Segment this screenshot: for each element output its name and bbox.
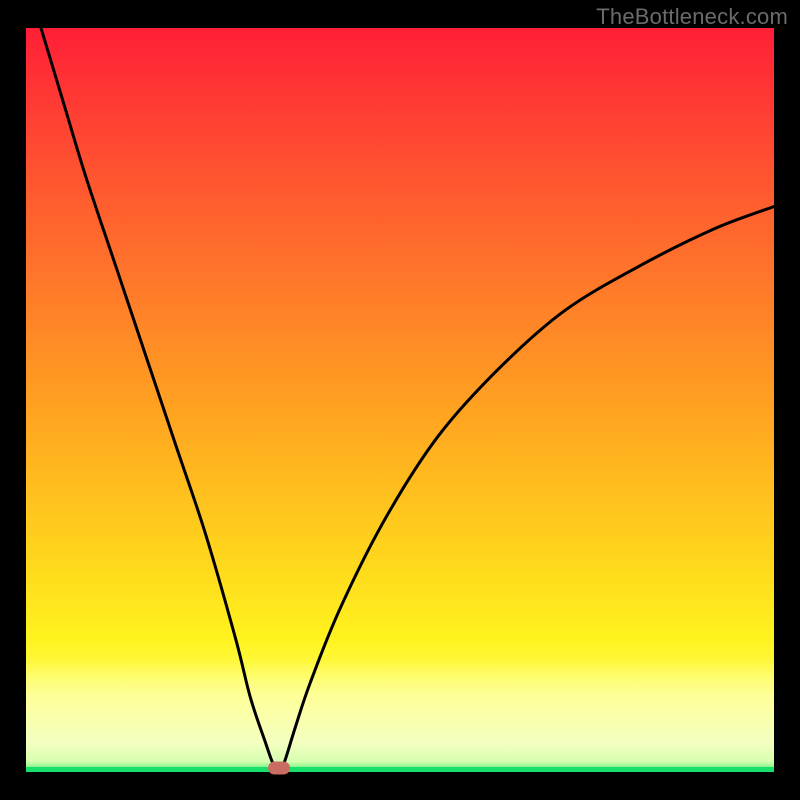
curve-svg xyxy=(26,28,774,772)
chart-stage: TheBottleneck.com xyxy=(0,0,800,800)
optimal-marker xyxy=(268,761,290,774)
watermark-text: TheBottleneck.com xyxy=(596,4,788,30)
bottleneck-curve-path xyxy=(41,28,774,770)
plot-area xyxy=(26,28,774,772)
